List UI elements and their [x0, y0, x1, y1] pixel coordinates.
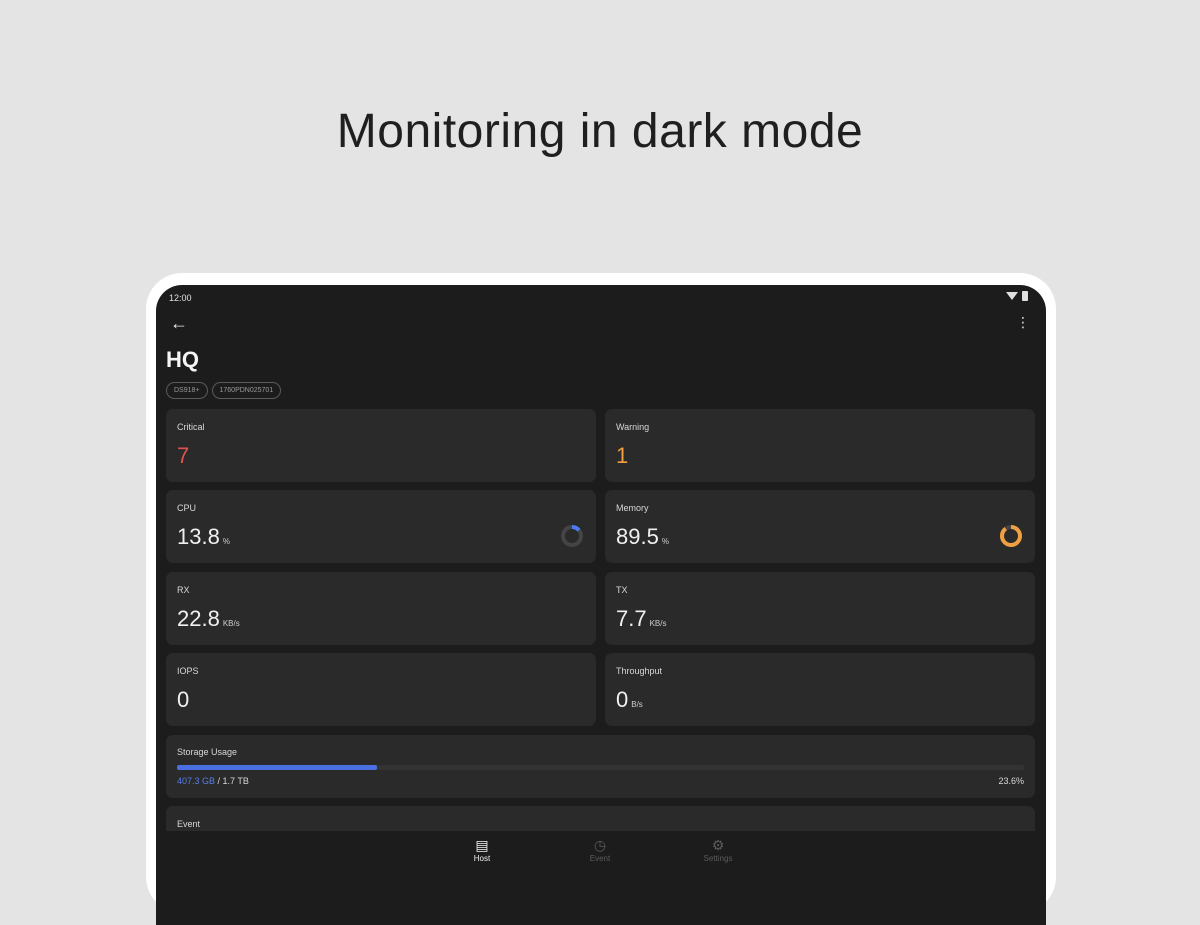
cpu-label: CPU — [177, 503, 197, 513]
status-icons — [1006, 291, 1028, 301]
rx-unit: KB/s — [222, 619, 240, 628]
storage-progress-bar — [177, 765, 1024, 770]
page-title: HQ — [166, 347, 199, 372]
wifi-icon — [1006, 292, 1018, 300]
iops-value: 0 — [177, 687, 190, 712]
nav-item-host[interactable]: ▤ Host — [452, 837, 512, 863]
host-icon: ▤ — [475, 837, 489, 853]
nav-item-event[interactable]: ◷ Event — [570, 837, 630, 863]
throughput-label: Throughput — [616, 666, 663, 676]
rx-card[interactable]: RX 22.8 KB/s — [166, 572, 596, 645]
app-screen: 12:00 ← ⋮ HQ DS918+ 1760PDN025701 Critic… — [156, 285, 1046, 925]
throughput-value: 0 — [616, 687, 629, 712]
storage-percent: 23.6% — [998, 776, 1024, 786]
cpu-usage-ring — [561, 525, 583, 547]
more-vert-icon[interactable]: ⋮ — [1016, 315, 1030, 329]
cpu-unit: % — [222, 537, 230, 546]
storage-card[interactable]: Storage Usage 407.3 GB / 1.7 TB 23.6% — [166, 735, 1035, 798]
cpu-value: 13.8 — [177, 524, 220, 549]
status-bar: 12:00 — [156, 285, 1046, 309]
host-chips: DS918+ 1760PDN025701 — [166, 382, 282, 399]
tx-card[interactable]: TX 7.7 KB/s — [605, 572, 1035, 645]
gear-icon: ⚙ — [711, 837, 725, 853]
nav-event-label: Event — [589, 854, 611, 863]
headline: Monitoring in dark mode — [336, 105, 864, 158]
throughput-unit: B/s — [631, 700, 643, 709]
cpu-card[interactable]: CPU 13.8% — [166, 490, 596, 563]
critical-card[interactable]: Critical 7 — [166, 409, 596, 482]
status-time: 12:00 — [169, 293, 192, 303]
back-arrow-icon[interactable]: ← — [170, 313, 188, 334]
storage-used: 407.3 GB — [177, 776, 216, 786]
model-chip: DS918+ — [166, 382, 208, 399]
storage-total: 1.7 TB — [222, 776, 249, 786]
storage-separator: / — [215, 776, 223, 786]
clock-icon: ◷ — [593, 837, 607, 853]
nav-settings-label: Settings — [703, 854, 733, 863]
iops-card[interactable]: IOPS 0 — [166, 653, 596, 726]
critical-label: Critical — [177, 422, 205, 432]
memory-label: Memory — [616, 503, 649, 513]
nav-host-label: Host — [473, 854, 491, 863]
tablet-frame: 12:00 ← ⋮ HQ DS918+ 1760PDN025701 Critic… — [146, 273, 1056, 925]
memory-card[interactable]: Memory 89.5% — [605, 490, 1035, 563]
storage-info: 407.3 GB / 1.7 TB — [177, 776, 249, 786]
tx-label: TX — [616, 585, 628, 595]
storage-label: Storage Usage — [177, 747, 238, 757]
warning-value: 1 — [616, 443, 629, 468]
warning-card[interactable]: Warning 1 — [605, 409, 1035, 482]
iops-label: IOPS — [177, 666, 199, 676]
bottom-navigation: ▤ Host ◷ Event ⚙ Settings — [156, 831, 1046, 925]
warning-label: Warning — [616, 422, 650, 432]
memory-unit: % — [661, 537, 669, 546]
memory-value: 89.5 — [616, 524, 659, 549]
memory-value-group: 89.5% — [616, 524, 669, 550]
tx-unit: KB/s — [649, 619, 667, 628]
nav-item-settings[interactable]: ⚙ Settings — [688, 837, 748, 863]
tx-value-group: 7.7 KB/s — [616, 606, 667, 632]
rx-value: 22.8 — [177, 606, 220, 631]
throughput-value-group: 0 B/s — [616, 687, 643, 713]
storage-progress-fill — [177, 765, 377, 770]
tx-value: 7.7 — [616, 606, 647, 631]
serial-chip: 1760PDN025701 — [211, 382, 282, 399]
rx-label: RX — [177, 585, 190, 595]
cpu-value-group: 13.8% — [177, 524, 230, 550]
critical-value: 7 — [177, 443, 190, 468]
battery-icon — [1022, 291, 1028, 301]
memory-ring-arc — [1000, 525, 1022, 547]
rx-value-group: 22.8 KB/s — [177, 606, 240, 632]
event-label: Event — [177, 819, 201, 829]
throughput-card[interactable]: Throughput 0 B/s — [605, 653, 1035, 726]
memory-usage-ring — [1000, 525, 1022, 547]
